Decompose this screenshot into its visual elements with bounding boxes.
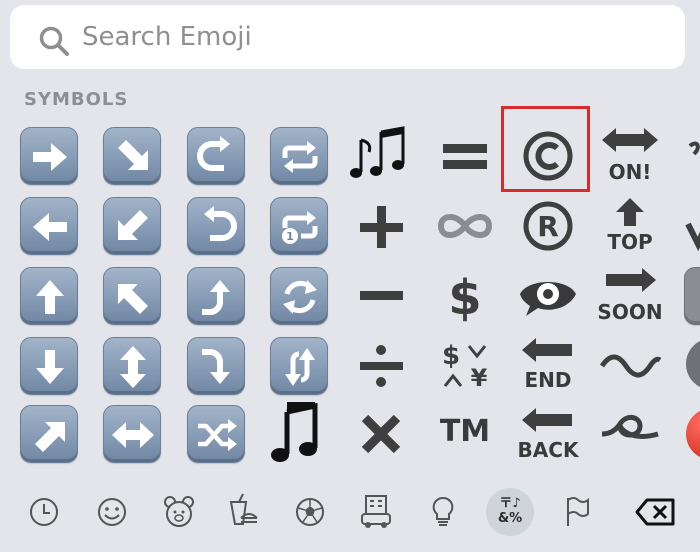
down-left-arrow-emoji[interactable] — [103, 197, 161, 255]
food-drink-icon — [229, 493, 258, 525]
category-smileys[interactable] — [88, 488, 136, 536]
left-right-arrow-emoji[interactable] — [103, 405, 161, 463]
wavy-dash-emoji[interactable] — [590, 334, 670, 394]
trade-mark-emoji[interactable]: TM — [425, 404, 505, 464]
currency-exchange-emoji[interactable]: $ ¥ — [425, 334, 505, 394]
svg-text:R: R — [537, 210, 559, 243]
repeat-button-emoji[interactable] — [270, 127, 328, 185]
end-arrow-emoji[interactable]: END — [508, 334, 588, 394]
delete-button[interactable] — [633, 488, 681, 536]
category-activity[interactable] — [286, 488, 334, 536]
musical-notes-emoji[interactable] — [341, 124, 421, 184]
svg-text:1: 1 — [286, 230, 294, 243]
partial-check-mark-emoji[interactable] — [672, 194, 700, 254]
partial-red-circle-emoji[interactable] — [686, 408, 700, 460]
plus-sign-emoji[interactable] — [341, 196, 421, 256]
heavy-dollar-sign-emoji[interactable]: $ — [425, 264, 505, 326]
category-recent[interactable] — [20, 488, 68, 536]
backspace-icon — [635, 498, 675, 526]
svg-text:$: $ — [448, 270, 481, 326]
musical-note-emoji[interactable] — [259, 402, 339, 462]
category-travel[interactable] — [352, 488, 400, 536]
back-arrow-emoji[interactable]: BACK — [508, 404, 588, 464]
partial-gray-circle-emoji[interactable] — [686, 338, 700, 390]
counterclockwise-arrows-emoji[interactable] — [270, 337, 328, 395]
registered-emoji[interactable]: R — [508, 194, 588, 254]
lightbulb-icon — [432, 496, 454, 526]
symbols-tab-bottom: &% — [497, 511, 523, 526]
heavy-equals-sign-emoji[interactable] — [425, 124, 505, 184]
on-arrow-emoji[interactable]: ON! — [590, 124, 670, 184]
down-arrow-emoji[interactable] — [20, 337, 78, 395]
clock-icon — [30, 498, 58, 526]
eye-in-speech-bubble-emoji[interactable] — [508, 264, 588, 324]
up-arrow-emoji[interactable] — [20, 267, 78, 325]
emoji-grid: 1 $ $ ¥ TM R END BACK ON! TOP SOON — [0, 0, 700, 480]
multiply-sign-emoji[interactable] — [341, 402, 421, 462]
soccer-ball-icon — [296, 498, 324, 526]
division-sign-emoji[interactable] — [341, 334, 421, 394]
bear-icon — [164, 496, 194, 527]
up-left-arrow-emoji[interactable] — [103, 267, 161, 325]
smiley-icon — [98, 498, 126, 526]
category-food[interactable] — [219, 488, 267, 536]
selection-highlight — [501, 106, 590, 192]
clockwise-arrows-emoji[interactable] — [270, 267, 328, 325]
svg-text:$: $ — [442, 341, 460, 371]
left-arrow-curving-right-emoji[interactable] — [187, 197, 245, 255]
svg-text:¥: ¥ — [471, 364, 488, 392]
up-right-arrow-emoji[interactable] — [20, 405, 78, 463]
soon-arrow-emoji[interactable]: SOON — [590, 264, 670, 324]
curly-loop-emoji[interactable] — [590, 404, 670, 464]
symbols-tab-top: 〒♪ — [499, 496, 521, 511]
left-arrow-emoji[interactable] — [20, 197, 78, 255]
partial-gray-key-emoji[interactable] — [684, 267, 700, 325]
down-right-arrow-emoji[interactable] — [103, 127, 161, 185]
flag-icon — [567, 497, 589, 526]
repeat-single-button-emoji[interactable]: 1 — [270, 197, 328, 255]
emoji-category-bar: 〒♪ &% — [0, 478, 700, 552]
top-arrow-emoji[interactable]: TOP — [590, 194, 670, 254]
category-animals[interactable] — [155, 488, 203, 536]
partial-emoji-cutoff[interactable] — [672, 124, 700, 184]
up-down-arrow-emoji[interactable] — [103, 337, 161, 395]
right-arrow-emoji[interactable] — [20, 127, 78, 185]
right-arrow-curving-down-emoji[interactable] — [187, 337, 245, 395]
shuffle-tracks-emoji[interactable] — [187, 405, 245, 463]
travel-car-icon — [361, 495, 391, 528]
infinity-emoji[interactable] — [425, 194, 505, 254]
right-arrow-curving-up-emoji[interactable] — [187, 267, 245, 325]
category-symbols[interactable]: 〒♪ &% — [486, 488, 534, 536]
category-objects[interactable] — [419, 488, 467, 536]
category-flags[interactable] — [552, 488, 600, 536]
right-arrow-curving-left-emoji[interactable] — [187, 127, 245, 185]
minus-sign-emoji[interactable] — [341, 264, 421, 324]
